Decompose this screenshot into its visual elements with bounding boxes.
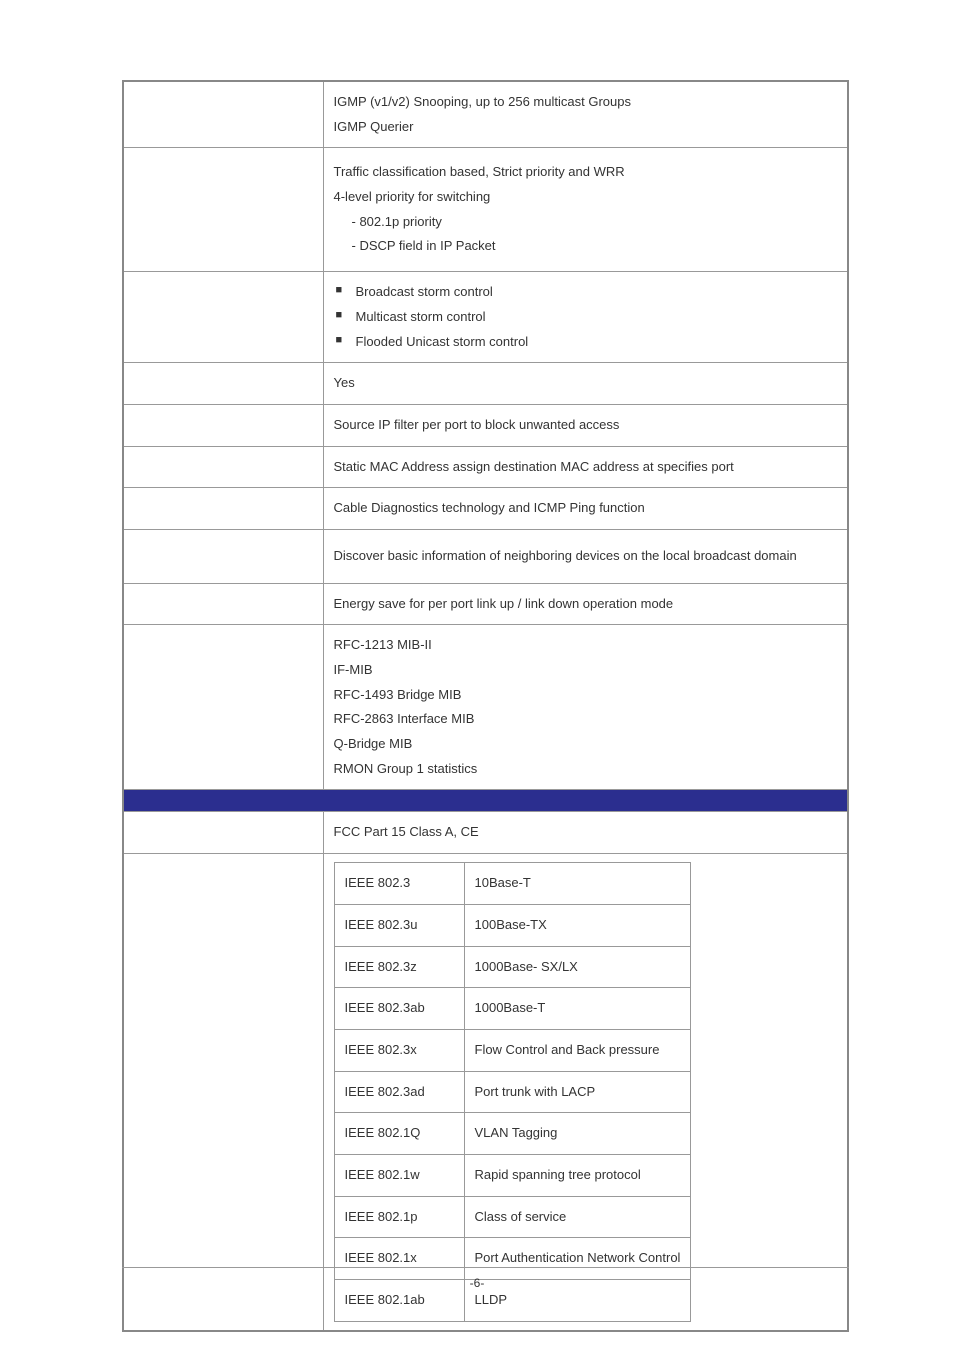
- table-row: Cable Diagnostics technology and ICMP Pi…: [123, 488, 848, 530]
- standard-value: 1000Base- SX/LX: [464, 946, 691, 988]
- cell-text: - DSCP field in IP Packet: [334, 234, 838, 259]
- standard-value: 1000Base-T: [464, 988, 691, 1030]
- table-row: Broadcast storm control Multicast storm …: [123, 272, 848, 363]
- cell-text: RMON Group 1 statistics: [334, 757, 838, 782]
- table-row: Discover basic information of neighborin…: [123, 529, 848, 583]
- standard-row: IEEE 802.1pClass of service: [334, 1196, 691, 1238]
- list-item: Multicast storm control: [334, 305, 838, 330]
- table-row: IGMP (v1/v2) Snooping, up to 256 multica…: [123, 81, 848, 148]
- standard-value: VLAN Tagging: [464, 1113, 691, 1155]
- standard-row: IEEE 802.1QVLAN Tagging: [334, 1113, 691, 1155]
- standard-row: IEEE 802.3z1000Base- SX/LX: [334, 946, 691, 988]
- table-row: FCC Part 15 Class A, CE: [123, 812, 848, 854]
- standard-key: IEEE 802.1w: [334, 1154, 464, 1196]
- cell-text: Energy save for per port link up / link …: [323, 583, 848, 625]
- table-row: Static MAC Address assign destination MA…: [123, 446, 848, 488]
- standard-key: IEEE 802.3x: [334, 1029, 464, 1071]
- standard-key: IEEE 802.1p: [334, 1196, 464, 1238]
- cell-text: IGMP Querier: [334, 115, 838, 140]
- standard-key: IEEE 802.1Q: [334, 1113, 464, 1155]
- cell-text: Source IP filter per port to block unwan…: [323, 404, 848, 446]
- cell-text: FCC Part 15 Class A, CE: [323, 812, 848, 854]
- standard-value: Class of service: [464, 1196, 691, 1238]
- table-row: Traffic classification based, Strict pri…: [123, 148, 848, 272]
- table-row: IEEE 802.310Base-TIEEE 802.3u100Base-TXI…: [123, 854, 848, 1331]
- cell-text: 4-level priority for switching: [334, 185, 838, 210]
- cell-text: IF-MIB: [334, 658, 838, 683]
- table-row: RFC-1213 MIB-II IF-MIB RFC-1493 Bridge M…: [123, 625, 848, 790]
- list-item: Broadcast storm control: [334, 280, 838, 305]
- cell-text: RFC-2863 Interface MIB: [334, 707, 838, 732]
- standard-value: 100Base-TX: [464, 904, 691, 946]
- standard-value: Rapid spanning tree protocol: [464, 1154, 691, 1196]
- cell-text: - 802.1p priority: [334, 210, 838, 235]
- table-row: Yes: [123, 363, 848, 405]
- standards-list: IEEE 802.310Base-TIEEE 802.3u100Base-TXI…: [334, 862, 692, 1322]
- standard-value: 10Base-T: [464, 863, 691, 905]
- table-row: Energy save for per port link up / link …: [123, 583, 848, 625]
- cell-text: RFC-1493 Bridge MIB: [334, 683, 838, 708]
- standard-key: IEEE 802.3ad: [334, 1071, 464, 1113]
- spec-table: IGMP (v1/v2) Snooping, up to 256 multica…: [122, 80, 849, 1332]
- cell-text: Static MAC Address assign destination MA…: [323, 446, 848, 488]
- standard-row: IEEE 802.3adPort trunk with LACP: [334, 1071, 691, 1113]
- section-header: [123, 790, 848, 812]
- standard-key: IEEE 802.3: [334, 863, 464, 905]
- cell-text: Cable Diagnostics technology and ICMP Pi…: [323, 488, 848, 530]
- standard-key: IEEE 802.3z: [334, 946, 464, 988]
- table-row: Source IP filter per port to block unwan…: [123, 404, 848, 446]
- standard-row: IEEE 802.3xFlow Control and Back pressur…: [334, 1029, 691, 1071]
- cell-text: IGMP (v1/v2) Snooping, up to 256 multica…: [334, 90, 838, 115]
- standard-row: IEEE 802.3ab1000Base-T: [334, 988, 691, 1030]
- cell-text: Traffic classification based, Strict pri…: [334, 160, 838, 185]
- standard-value: Port trunk with LACP: [464, 1071, 691, 1113]
- cell-text: Discover basic information of neighborin…: [323, 529, 848, 583]
- standard-key: IEEE 802.3u: [334, 904, 464, 946]
- standard-value: Flow Control and Back pressure: [464, 1029, 691, 1071]
- page-number: -6-: [470, 1276, 485, 1290]
- section-header-row: [123, 790, 848, 812]
- standard-row: IEEE 802.1wRapid spanning tree protocol: [334, 1154, 691, 1196]
- cell-text: Yes: [323, 363, 848, 405]
- standard-key: IEEE 802.3ab: [334, 988, 464, 1030]
- list-item: Flooded Unicast storm control: [334, 330, 838, 355]
- cell-text: Q-Bridge MIB: [334, 732, 838, 757]
- standard-row: IEEE 802.310Base-T: [334, 863, 691, 905]
- cell-text: RFC-1213 MIB-II: [334, 633, 838, 658]
- standard-row: IEEE 802.3u100Base-TX: [334, 904, 691, 946]
